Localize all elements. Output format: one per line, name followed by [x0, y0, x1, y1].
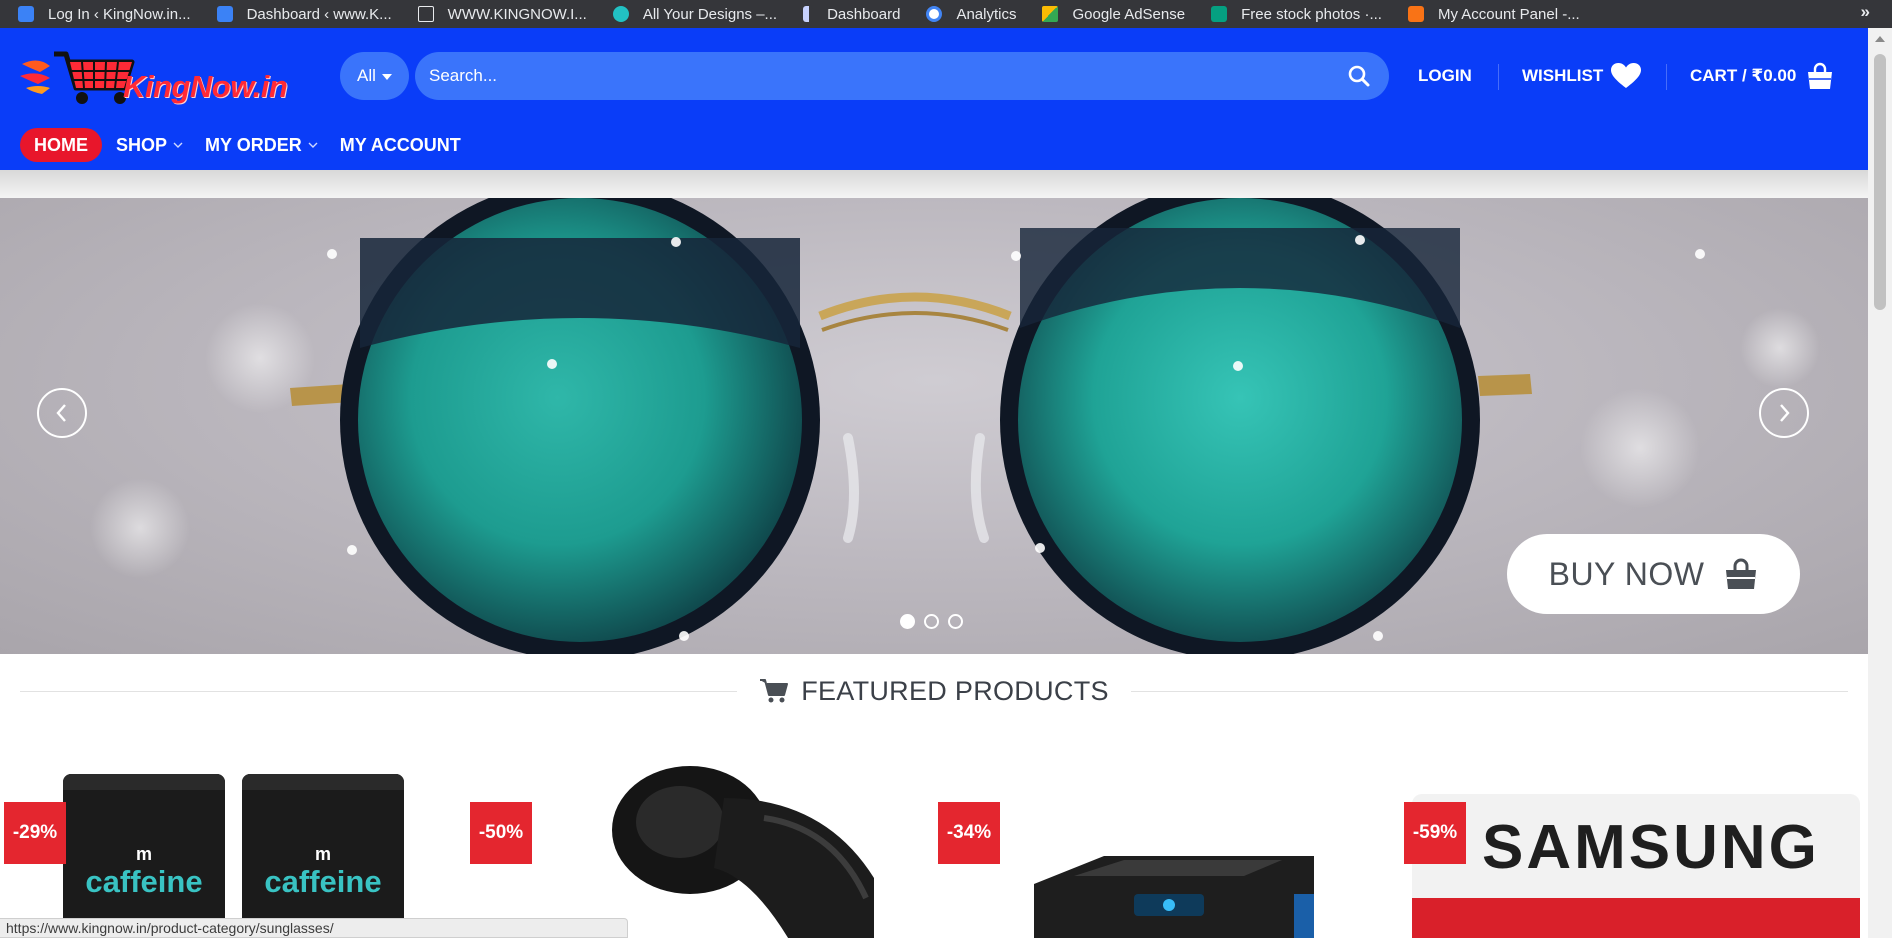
- page-scrollbar[interactable]: [1868, 28, 1892, 938]
- chevron-down-icon: [308, 142, 318, 148]
- shopping-cart-icon: [760, 679, 789, 703]
- bookmark-dashboard[interactable]: Dashboard ‹ www.K...: [216, 0, 392, 28]
- bookmark-pexels[interactable]: Free stock photos ·...: [1211, 0, 1382, 28]
- wordpress-icon: [216, 6, 233, 22]
- bookmark-account-panel[interactable]: My Account Panel -...: [1407, 0, 1580, 28]
- chevron-down-icon: [173, 142, 183, 148]
- header-shadow-band: [0, 170, 1868, 198]
- wishlist-link[interactable]: WISHLIST: [1522, 52, 1642, 100]
- google-icon: [926, 6, 943, 22]
- chevron-left-icon: [56, 404, 66, 422]
- discount-badge: -34%: [938, 802, 1000, 864]
- link-preview-status: https://www.kingnow.in/product-category/…: [0, 918, 628, 938]
- logo-text: KingNow.in: [123, 69, 288, 104]
- caret-down-icon: [381, 74, 392, 80]
- earphone-product-image[interactable]: [604, 758, 884, 938]
- slider-pagination: [900, 614, 963, 629]
- header-divider: [1498, 64, 1499, 90]
- nav-my-order[interactable]: MY ORDER: [205, 128, 318, 162]
- document-icon: [417, 6, 434, 22]
- search-category-select[interactable]: All: [340, 52, 409, 100]
- bookmark-kingnow[interactable]: WWW.KINGNOW.I...: [417, 0, 587, 28]
- product-image[interactable]: m caffeine: [63, 774, 225, 938]
- product-brand-label: SAMSUNG: [1482, 813, 1820, 882]
- pexels-icon: [1211, 6, 1228, 22]
- heading-divider-left: [20, 690, 738, 692]
- slider-dot-2[interactable]: [924, 614, 939, 629]
- scroll-up-arrow-icon[interactable]: [1875, 36, 1885, 42]
- bookmarks-more-button[interactable]: »: [1861, 2, 1870, 22]
- site-header: KingNow.in All LOGIN WISHLIST CART / ₹0.…: [0, 28, 1868, 170]
- speaker-product-image[interactable]: [1014, 854, 1324, 938]
- bookmarks-bar: Log In ‹ KingNow.in... Dashboard ‹ www.K…: [0, 0, 1892, 28]
- discount-badge: -50%: [470, 802, 532, 864]
- featured-products-title: FEATURED PRODUCTS: [801, 675, 1109, 706]
- bookmark-adsense[interactable]: Google AdSense: [1042, 0, 1185, 28]
- adsense-icon: [1042, 6, 1059, 22]
- main-navigation: HOME SHOP MY ORDER MY ACCOUNT: [20, 128, 483, 162]
- canva-icon: [612, 6, 629, 22]
- discount-badge: -59%: [1404, 802, 1466, 864]
- dashboard-icon: [803, 6, 814, 22]
- slider-dot-1[interactable]: [900, 614, 915, 629]
- wordpress-icon: [18, 6, 34, 22]
- slider-dot-3[interactable]: [948, 614, 963, 629]
- slider-prev-button[interactable]: [37, 388, 87, 438]
- slider-next-button[interactable]: [1759, 388, 1809, 438]
- shopping-bag-icon: [1726, 558, 1757, 589]
- bookmark-analytics[interactable]: Analytics: [926, 0, 1016, 28]
- search-icon[interactable]: [1347, 64, 1371, 88]
- header-divider: [1666, 64, 1667, 90]
- featured-products-row: m caffeine m caffeine -29% -50% -34% SAM…: [0, 750, 1868, 938]
- heart-icon: [1611, 63, 1642, 88]
- cart-link[interactable]: CART / ₹0.00: [1690, 52, 1834, 100]
- chevron-right-icon: [1780, 404, 1790, 422]
- search-bar: All: [340, 52, 1389, 100]
- account-panel-icon: [1407, 6, 1424, 22]
- scroll-thumb[interactable]: [1874, 54, 1886, 310]
- search-input[interactable]: [415, 52, 1389, 100]
- buy-now-button[interactable]: BUY NOW: [1507, 534, 1800, 614]
- bookmark-dashboard-2[interactable]: Dashboard: [803, 0, 900, 28]
- nav-my-account[interactable]: MY ACCOUNT: [340, 128, 461, 162]
- login-link[interactable]: LOGIN: [1418, 52, 1472, 100]
- featured-products-heading: FEATURED PRODUCTS: [20, 676, 1848, 706]
- nav-home[interactable]: HOME: [20, 128, 102, 162]
- bookmark-canva[interactable]: All Your Designs –...: [612, 0, 777, 28]
- product-image[interactable]: m caffeine: [242, 774, 404, 938]
- bookmark-login[interactable]: Log In ‹ KingNow.in...: [18, 0, 191, 28]
- heading-divider-right: [1130, 690, 1848, 692]
- discount-badge: -29%: [4, 802, 66, 864]
- nav-shop[interactable]: SHOP: [116, 128, 183, 162]
- site-logo[interactable]: KingNow.in: [20, 42, 302, 108]
- hero-slider: BUY NOW: [0, 198, 1868, 654]
- shopping-cart-logo-icon: [20, 51, 135, 104]
- shopping-bag-icon: [1808, 62, 1833, 89]
